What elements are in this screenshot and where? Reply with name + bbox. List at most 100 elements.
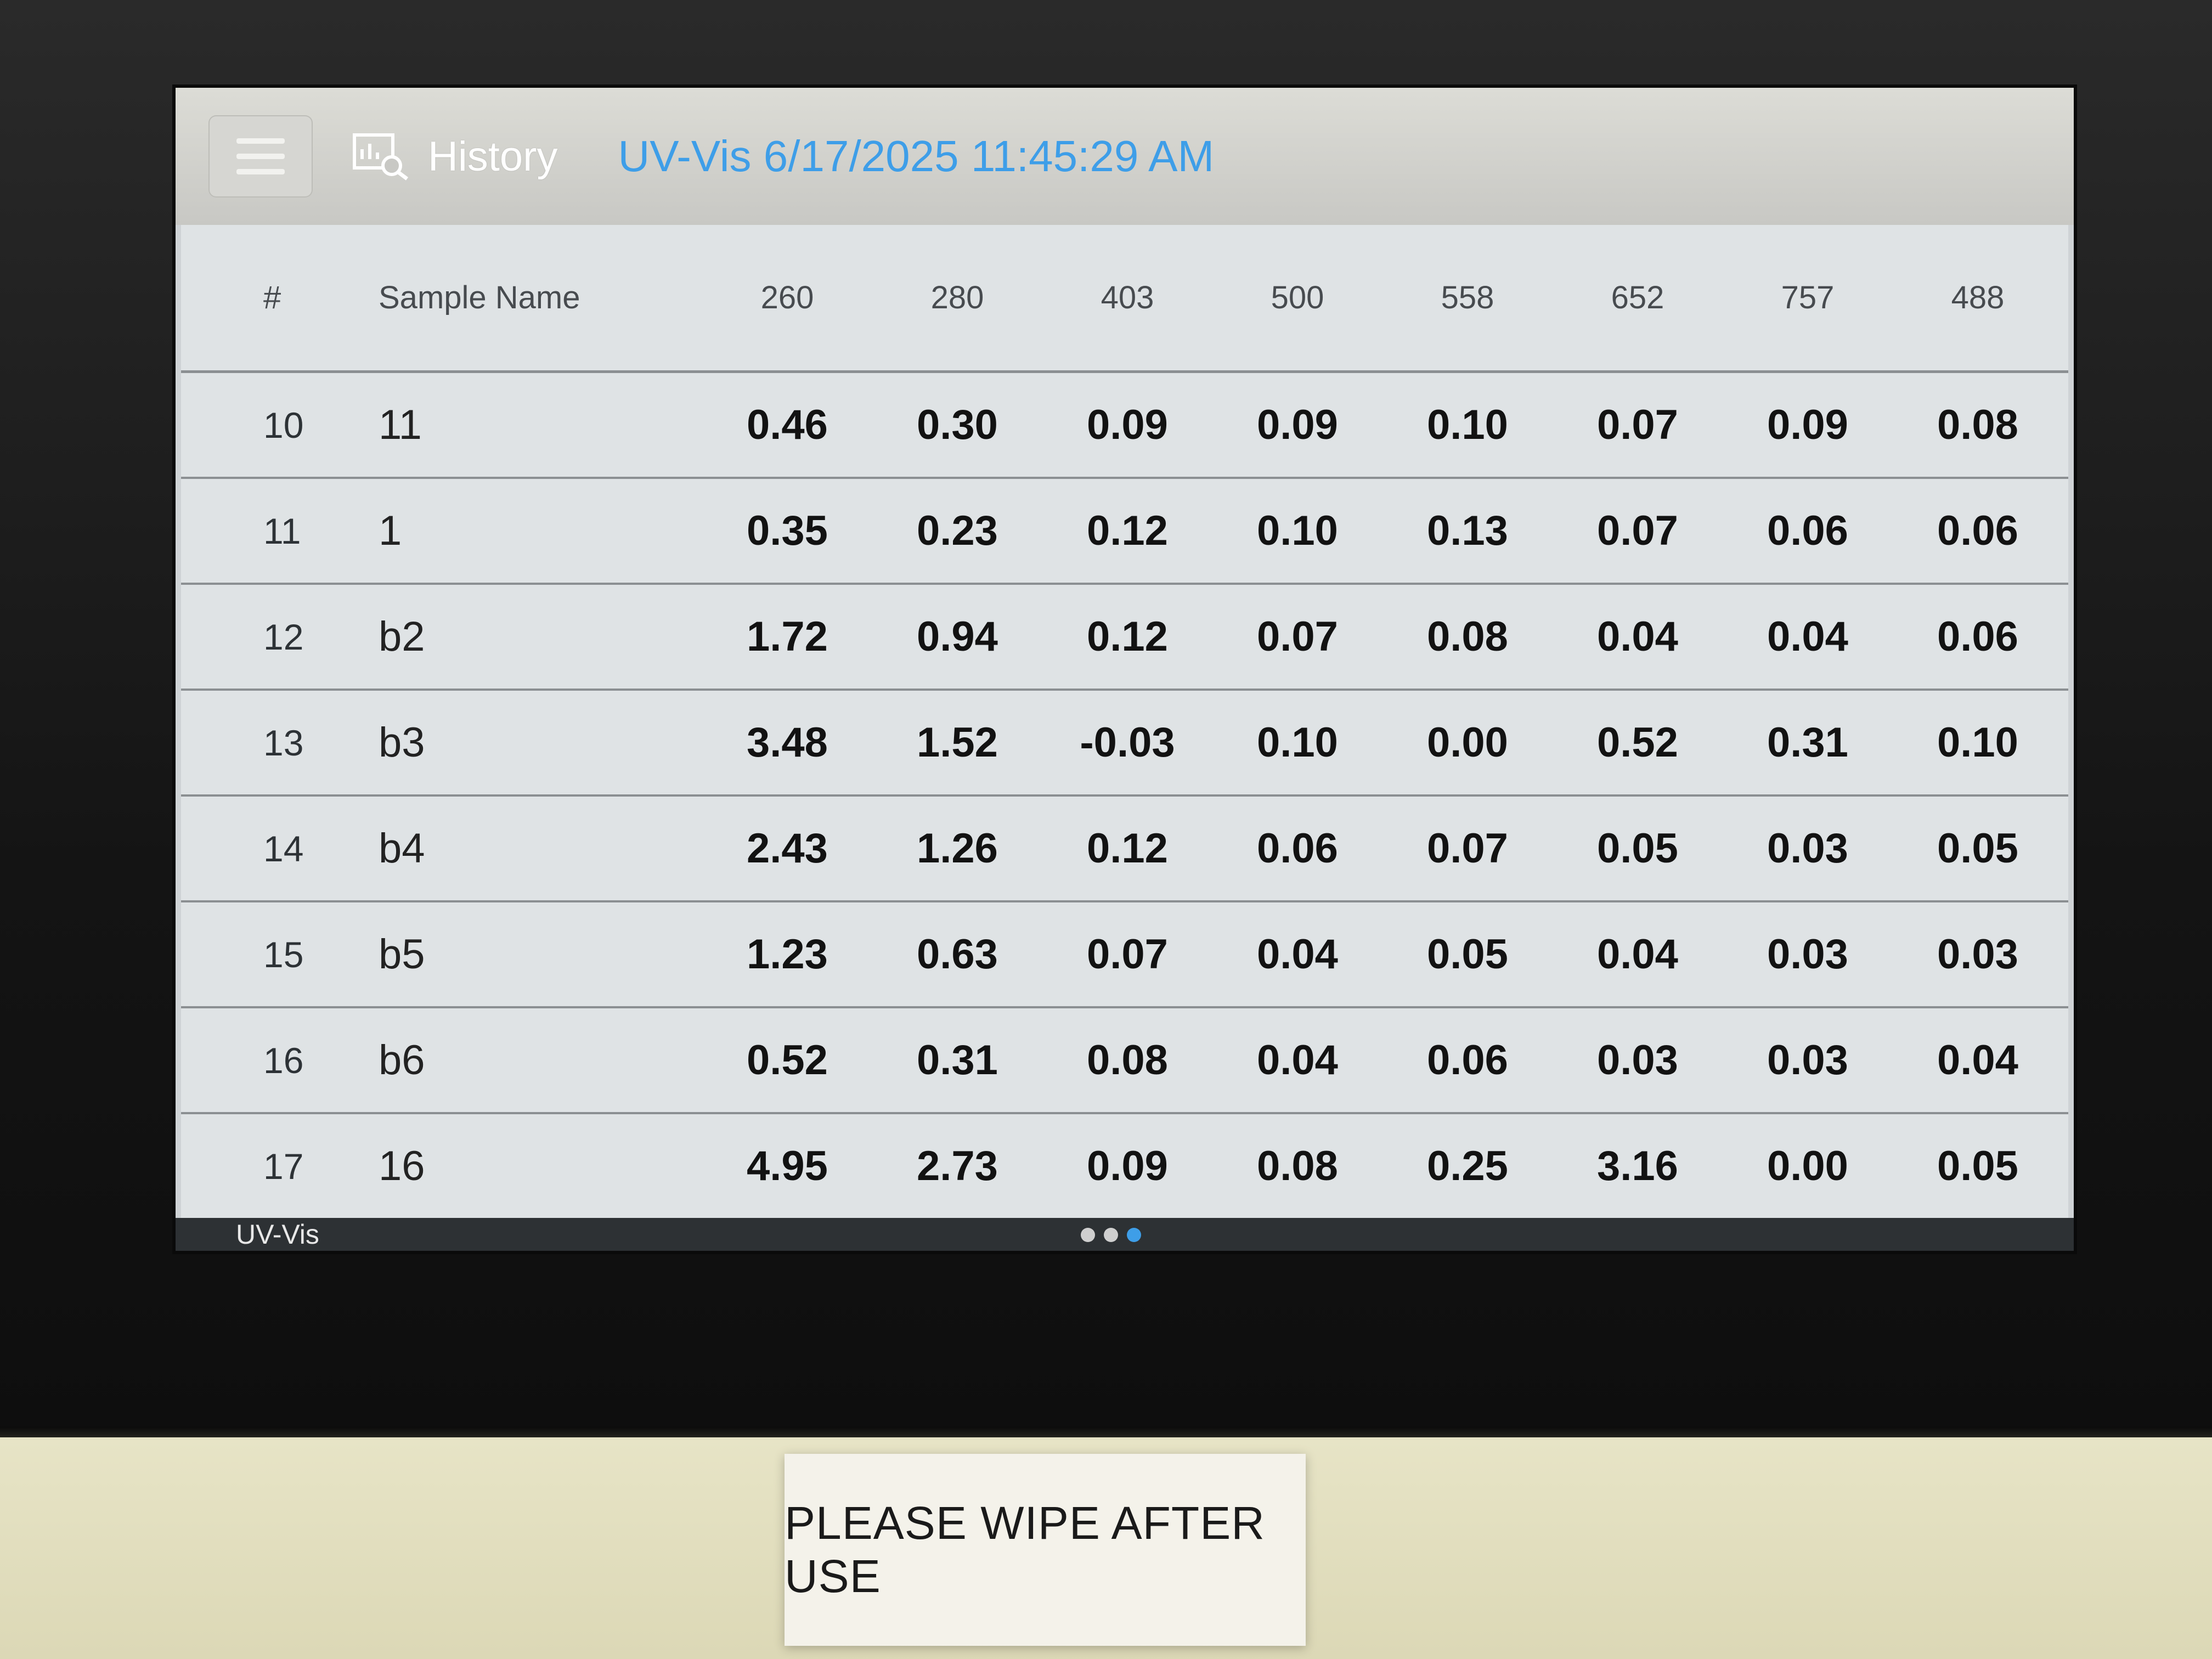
column-header-757: 757 [1781, 280, 1835, 315]
absorbance-value: 0.52 [1597, 719, 1678, 766]
absorbance-value: 0.08 [1087, 1037, 1168, 1084]
column-header-index: # [263, 280, 281, 315]
absorbance-value: 0.10 [1937, 719, 2018, 766]
absorbance-value: 0.07 [1257, 613, 1338, 660]
table-row[interactable]: 14 b4 2.43 1.26 0.12 0.06 0.07 0.05 0.03… [181, 797, 2068, 902]
status-bar: UV-Vis [176, 1218, 2074, 1251]
row-index: 11 [263, 510, 301, 551]
absorbance-value: 0.06 [1427, 1037, 1508, 1084]
absorbance-value: 0.10 [1427, 402, 1508, 448]
absorbance-value: 3.48 [747, 719, 828, 766]
absorbance-value: 0.94 [917, 613, 998, 660]
table-row[interactable]: 17 16 4.95 2.73 0.09 0.08 0.25 3.16 0.00… [181, 1114, 2068, 1218]
absorbance-value: 0.52 [747, 1037, 828, 1084]
absorbance-value: 0.05 [1937, 1143, 2018, 1189]
absorbance-value: 0.09 [1767, 402, 1848, 448]
absorbance-value: 0.05 [1937, 825, 2018, 872]
absorbance-value: 3.16 [1597, 1143, 1678, 1189]
column-header-558: 558 [1441, 280, 1494, 315]
sample-name: b3 [379, 719, 425, 766]
table-row[interactable]: 11 1 0.35 0.23 0.12 0.10 0.13 0.07 0.06 … [181, 479, 2068, 585]
menu-button[interactable] [208, 115, 313, 198]
touch-screen: History UV-Vis 6/17/2025 11:45:29 AM # S… [176, 88, 2074, 1251]
absorbance-value: 0.05 [1427, 931, 1508, 978]
absorbance-value: 0.04 [1597, 613, 1678, 660]
absorbance-value: 0.04 [1257, 931, 1338, 978]
absorbance-value: 0.03 [1767, 1037, 1848, 1084]
absorbance-value: 0.03 [1767, 825, 1848, 872]
absorbance-value: 0.63 [917, 931, 998, 978]
table-row[interactable]: 16 b6 0.52 0.31 0.08 0.04 0.06 0.03 0.03… [181, 1008, 2068, 1114]
absorbance-value: 0.07 [1597, 402, 1678, 448]
results-table: # Sample Name 260 280 403 500 558 652 75… [181, 225, 2068, 1218]
absorbance-value: 0.12 [1087, 825, 1168, 872]
row-index: 10 [263, 404, 304, 445]
absorbance-value: 0.06 [1767, 507, 1848, 554]
column-header-sample-name: Sample Name [379, 280, 580, 315]
column-header-280: 280 [930, 280, 984, 315]
absorbance-value: 0.08 [1427, 613, 1508, 660]
absorbance-value: 0.10 [1257, 507, 1338, 554]
absorbance-value: 0.06 [1937, 613, 2018, 660]
absorbance-value: 0.03 [1597, 1037, 1678, 1084]
absorbance-value: 0.25 [1427, 1143, 1508, 1189]
table-row[interactable]: 15 b5 1.23 0.63 0.07 0.04 0.05 0.04 0.03… [181, 902, 2068, 1008]
absorbance-value: 0.12 [1087, 507, 1168, 554]
hamburger-menu-icon [236, 138, 285, 144]
absorbance-value: 2.43 [747, 825, 828, 872]
absorbance-value: 0.13 [1427, 507, 1508, 554]
absorbance-value: 0.31 [917, 1037, 998, 1084]
absorbance-value: 0.09 [1087, 1143, 1168, 1189]
page-dot-1[interactable] [1081, 1228, 1095, 1242]
column-header-488: 488 [1951, 280, 2005, 315]
column-header-652: 652 [1611, 280, 1664, 315]
absorbance-value: 1.52 [917, 719, 998, 766]
sample-name: b4 [379, 825, 425, 872]
sample-name: 11 [379, 402, 422, 448]
wipe-sticker: PLEASE WIPE AFTER USE [785, 1454, 1306, 1646]
row-index: 16 [263, 1040, 304, 1081]
absorbance-value: 0.00 [1427, 719, 1508, 766]
absorbance-value: 0.03 [1937, 931, 2018, 978]
column-header-260: 260 [760, 280, 814, 315]
absorbance-value: -0.03 [1080, 719, 1175, 766]
page-dot-3-active[interactable] [1127, 1228, 1141, 1242]
absorbance-value: 1.23 [747, 931, 828, 978]
sample-name: b2 [379, 613, 425, 660]
history-chart-search-icon [353, 133, 409, 180]
absorbance-value: 0.07 [1087, 931, 1168, 978]
table-row[interactable]: 10 11 0.46 0.30 0.09 0.09 0.10 0.07 0.09… [181, 373, 2068, 479]
absorbance-value: 0.08 [1937, 402, 2018, 448]
top-bar: History UV-Vis 6/17/2025 11:45:29 AM [176, 88, 2074, 225]
absorbance-value: 0.04 [1257, 1037, 1338, 1084]
absorbance-value: 0.46 [747, 402, 828, 448]
page-indicator[interactable] [1081, 1228, 1141, 1242]
sample-name: 1 [379, 507, 402, 554]
absorbance-value: 1.26 [917, 825, 998, 872]
absorbance-value: 0.07 [1427, 825, 1508, 872]
history-label[interactable]: History [428, 133, 557, 180]
absorbance-value: 0.06 [1257, 825, 1338, 872]
row-index: 17 [263, 1146, 304, 1187]
absorbance-value: 0.04 [1597, 931, 1678, 978]
session-title: UV-Vis 6/17/2025 11:45:29 AM [618, 132, 1215, 180]
sticker-text: PLEASE WIPE AFTER USE [785, 1497, 1265, 1602]
absorbance-value: 1.72 [747, 613, 828, 660]
absorbance-value: 0.03 [1767, 931, 1848, 978]
page-dot-2[interactable] [1104, 1228, 1118, 1242]
table-row[interactable]: 13 b3 3.48 1.52 -0.03 0.10 0.00 0.52 0.3… [181, 691, 2068, 797]
table-row[interactable]: 12 b2 1.72 0.94 0.12 0.07 0.08 0.04 0.04… [181, 585, 2068, 691]
hamburger-menu-icon-line [236, 154, 285, 159]
sample-name: b5 [379, 931, 425, 978]
absorbance-value: 0.09 [1257, 402, 1338, 448]
absorbance-value: 0.07 [1597, 507, 1678, 554]
absorbance-value: 2.73 [917, 1143, 998, 1189]
status-mode-label: UV-Vis [236, 1219, 319, 1250]
row-index: 12 [263, 616, 304, 657]
absorbance-value: 0.04 [1767, 613, 1848, 660]
absorbance-value: 0.06 [1937, 507, 2018, 554]
absorbance-value: 0.35 [747, 507, 828, 554]
table-header-row: # Sample Name 260 280 403 500 558 652 75… [181, 225, 2068, 373]
column-header-403: 403 [1101, 280, 1154, 315]
sample-name: b6 [379, 1037, 425, 1084]
